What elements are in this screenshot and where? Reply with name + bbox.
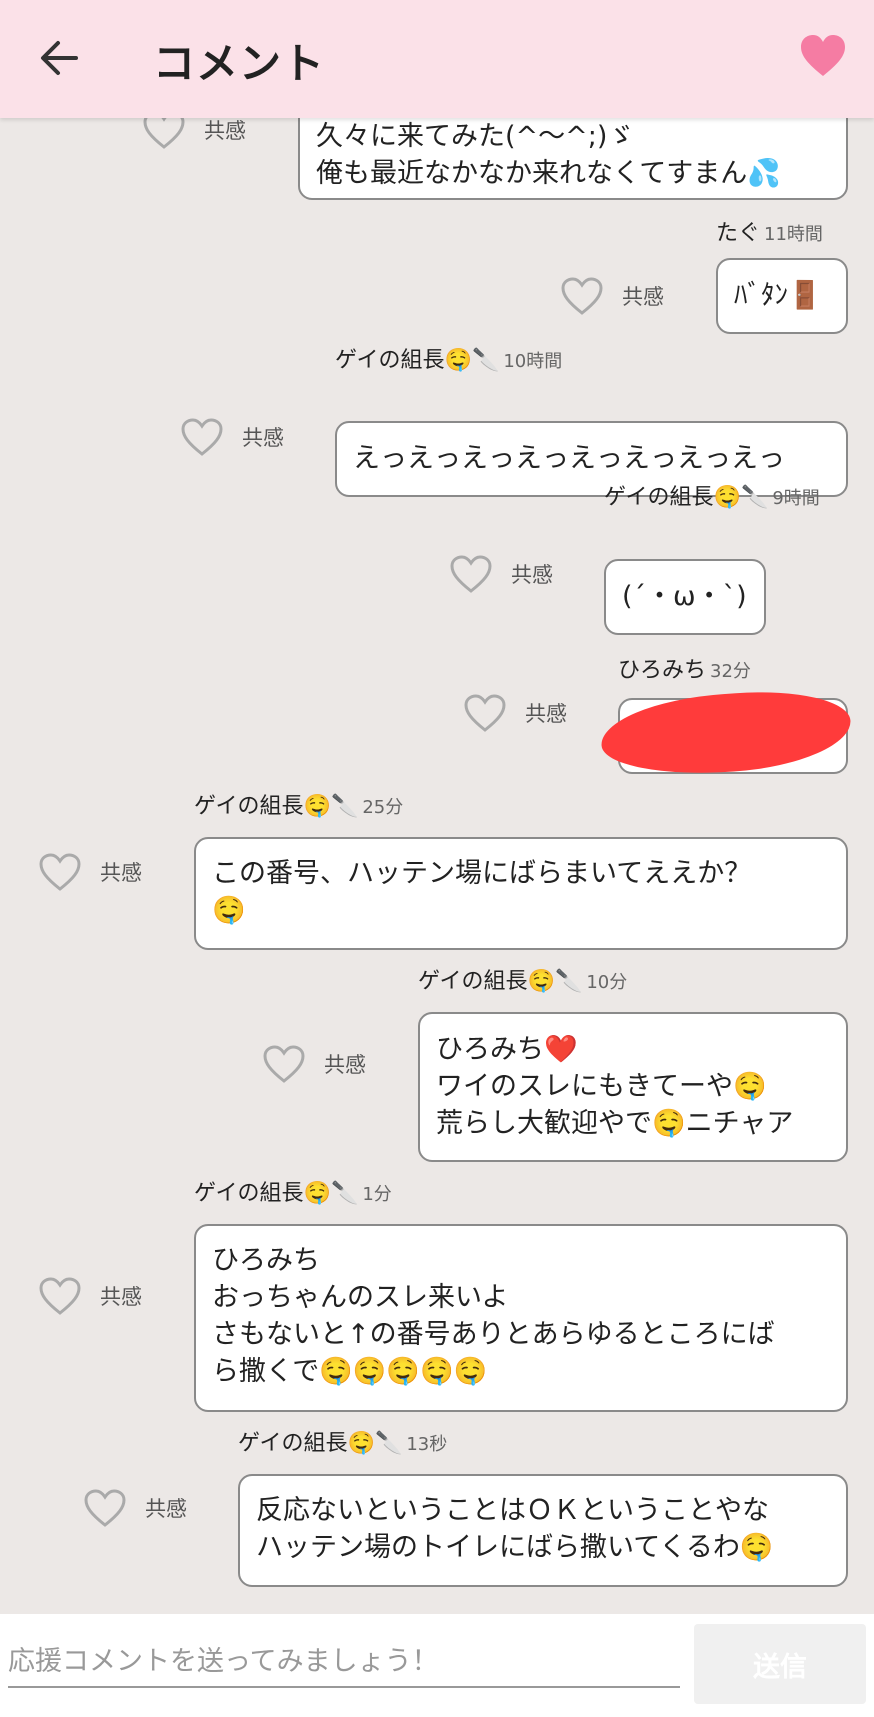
like-label: 共感 xyxy=(622,285,664,309)
comment-text: (´・ω・`) xyxy=(622,581,747,612)
comment-bubble: この番号、ハッテン場にばらまいてええか？ 🤤 xyxy=(194,837,848,950)
comment-text: 俺も最近なかなか来れなくてすまん💦 xyxy=(316,158,781,189)
comment-time: 1分 xyxy=(362,1184,392,1205)
arrow-left-icon xyxy=(41,41,78,75)
like-button[interactable]: 共感 xyxy=(180,417,284,457)
comment-author: ゲイの組長🤤🔪 10時間 xyxy=(335,346,562,377)
author-name: ゲイの組長 xyxy=(604,485,714,510)
comment-text: 久々に来てみた(^〜^;)ゞ xyxy=(316,121,635,152)
like-button[interactable]: 共感 xyxy=(142,118,246,150)
comment-author: ゲイの組長🤤🔪 25分 xyxy=(194,792,403,823)
comment-time: 13秒 xyxy=(406,1434,448,1455)
like-button[interactable]: 共感 xyxy=(463,693,567,733)
comment-text: 🤤 xyxy=(212,895,246,926)
comment-text: ﾊﾞﾀﾝ🚪 xyxy=(734,280,822,311)
author-name: たぐ xyxy=(716,221,761,246)
heart-outline-icon xyxy=(450,555,492,593)
like-label: 共感 xyxy=(145,1497,187,1521)
favorite-button[interactable] xyxy=(800,34,846,78)
heart-outline-icon xyxy=(39,853,81,891)
like-label: 共感 xyxy=(525,702,567,726)
author-emoji: 🤤🔪 xyxy=(713,485,769,510)
heart-outline-icon xyxy=(181,418,223,456)
comment-input[interactable] xyxy=(8,1636,680,1688)
author-emoji: 🤤🔪 xyxy=(303,794,359,819)
comment-bubble: 反応ないということはＯＫということやな ハッテン場のトイレにばら撒いてくるわ🤤 xyxy=(238,1474,848,1587)
comment-text: ひろみち xyxy=(212,1245,320,1276)
comment-author: ひろみち 32分 xyxy=(618,656,751,687)
comment-time: 25分 xyxy=(362,797,404,818)
like-button[interactable]: 共感 xyxy=(38,1276,142,1316)
send-button[interactable]: 送信 xyxy=(694,1624,866,1704)
comment-composer: 送信 xyxy=(0,1614,874,1717)
comment-author: ゲイの組長🤤🔪 1分 xyxy=(194,1179,392,1210)
heart-outline-icon xyxy=(464,694,506,732)
like-button[interactable]: 共感 xyxy=(449,554,553,594)
author-emoji: 🤤🔪 xyxy=(347,1431,403,1456)
comment-text: 反応ないということはＯＫということやな xyxy=(256,1495,769,1526)
comment-time: 32分 xyxy=(710,661,751,682)
author-name: ゲイの組長 xyxy=(335,348,445,373)
heart-outline-icon xyxy=(39,1277,81,1315)
comment-text: 荒らし大歓迎やで🤤ニチャア xyxy=(436,1108,794,1139)
heart-outline-icon xyxy=(84,1489,126,1527)
comment-bubble: ひろみち❤️ ワイのスレにもきてーや🤤 荒らし大歓迎やで🤤ニチャア xyxy=(418,1012,848,1162)
comment-text: おっちゃんのスレ来いよ xyxy=(212,1282,509,1313)
comment-bubble: 久々に来てみた(^〜^;)ゞ 俺も最近なかなか来れなくてすまん💦 xyxy=(298,118,848,200)
comment-text: ひろみち❤️ xyxy=(436,1034,578,1065)
like-button[interactable]: 共感 xyxy=(560,276,664,316)
comment-author: ゲイの組長🤤🔪 9時間 xyxy=(604,483,820,514)
page-title: コメント xyxy=(153,39,326,88)
like-label: 共感 xyxy=(100,1285,142,1309)
app-header: コメント xyxy=(0,0,874,118)
comment-time: 11時間 xyxy=(764,224,823,245)
like-button[interactable]: 共感 xyxy=(83,1488,187,1528)
comment-text: えっえっえっえっえっえっえっえっ xyxy=(353,443,785,474)
comment-time: 9時間 xyxy=(772,488,820,509)
comment-text: ワイのスレにもきてーや🤤 xyxy=(436,1071,767,1102)
author-emoji: 🤤🔪 xyxy=(303,1181,359,1206)
author-name: ゲイの組長 xyxy=(194,794,304,819)
author-emoji: 🤤🔪 xyxy=(444,348,500,373)
like-label: 共感 xyxy=(204,119,246,143)
like-label: 共感 xyxy=(242,426,284,450)
comment-text: この番号、ハッテン場にばらまいてええか？ xyxy=(212,858,752,889)
comment-author: ゲイの組長🤤🔪 13秒 xyxy=(238,1429,447,1460)
comment-bubble: (´・ω・`) xyxy=(604,559,766,635)
like-label: 共感 xyxy=(511,563,553,587)
comment-text: ハッテン場のトイレにばら撒いてくるわ🤤 xyxy=(256,1532,774,1563)
comment-time: 10時間 xyxy=(503,351,563,372)
like-button[interactable]: 共感 xyxy=(262,1044,366,1084)
author-name: ひろみち xyxy=(618,658,707,683)
heart-outline-icon xyxy=(263,1045,305,1083)
heart-outline-icon xyxy=(561,277,603,315)
comment-text: ら撒くで🤤🤤🤤🤤🤤 xyxy=(212,1356,488,1387)
heart-outline-icon xyxy=(143,118,185,149)
heart-icon xyxy=(801,35,845,76)
comment-bubble: ﾊﾞﾀﾝ🚪 xyxy=(716,258,848,334)
back-button[interactable] xyxy=(38,37,80,79)
like-button[interactable]: 共感 xyxy=(38,852,142,892)
like-label: 共感 xyxy=(100,861,142,885)
author-name: ゲイの組長 xyxy=(194,1181,304,1206)
author-name: ゲイの組長 xyxy=(238,1431,348,1456)
author-emoji: 🤤🔪 xyxy=(527,969,583,994)
comment-author: ゲイの組長🤤🔪 10分 xyxy=(418,967,627,998)
comment-list[interactable]: 共感 久々に来てみた(^〜^;)ゞ 俺も最近なかなか来れなくてすまん💦 たぐ 11… xyxy=(0,118,874,1614)
author-name: ゲイの組長 xyxy=(418,969,528,994)
comment-author: たぐ 11時間 xyxy=(716,219,823,250)
comment-time: 10分 xyxy=(586,972,628,993)
comment-bubble: ひろみち おっちゃんのスレ来いよ さもないと↑の番号ありとあらゆるところにば ら… xyxy=(194,1224,848,1412)
comment-text: さもないと↑の番号ありとあらゆるところにば xyxy=(212,1319,775,1350)
like-label: 共感 xyxy=(324,1053,366,1077)
